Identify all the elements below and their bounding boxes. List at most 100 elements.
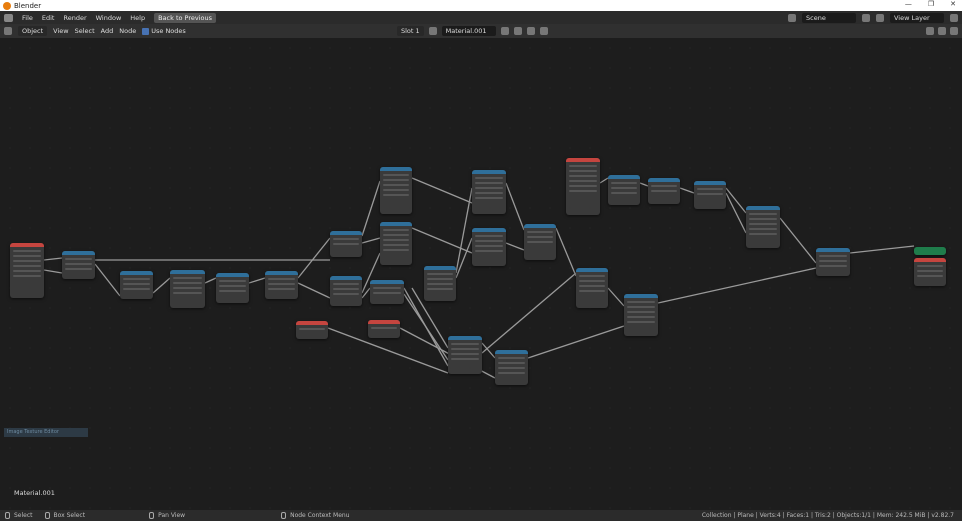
- menu-file[interactable]: File: [22, 14, 33, 22]
- node-link: [679, 187, 695, 194]
- principled-bsdf-node[interactable]: [746, 206, 780, 248]
- node-link: [455, 187, 473, 274]
- status-bar: Select Box Select Pan View Node Context …: [0, 510, 962, 521]
- node-link: [411, 227, 473, 254]
- editor-type-icon[interactable]: [4, 27, 12, 35]
- menu-select[interactable]: Select: [75, 27, 95, 35]
- status-box-select: Box Select: [53, 512, 86, 519]
- menu-window[interactable]: Window: [96, 14, 122, 22]
- new-scene-icon[interactable]: [862, 13, 870, 22]
- node-link: [204, 277, 217, 284]
- middle-mouse-icon: [149, 512, 155, 519]
- view-layer-icon[interactable]: [876, 13, 884, 22]
- close-icon[interactable]: ✕: [950, 0, 956, 8]
- noise-node[interactable]: [380, 222, 412, 265]
- menu-render[interactable]: Render: [63, 14, 86, 22]
- menu-add[interactable]: Add: [101, 27, 114, 35]
- top-menu-bar: File Edit Render Window Help Back to Pre…: [0, 11, 962, 24]
- unlink-icon[interactable]: [526, 27, 535, 35]
- fake-user-icon[interactable]: [500, 27, 509, 35]
- object-mode-dropdown[interactable]: Object: [18, 26, 48, 36]
- node-link: [505, 182, 525, 231]
- math-node[interactable]: [524, 224, 556, 260]
- slot-dropdown[interactable]: Slot 1: [397, 26, 424, 36]
- use-nodes-toggle[interactable]: Use Nodes: [142, 27, 186, 35]
- node-link: [411, 177, 473, 204]
- node-link: [599, 177, 609, 184]
- noise-node[interactable]: [380, 167, 412, 214]
- drag-mouse-icon: [44, 512, 50, 519]
- mix-node[interactable]: [370, 280, 404, 304]
- node-link: [361, 180, 381, 237]
- maximize-icon[interactable]: ❐: [928, 0, 934, 8]
- math-node[interactable]: [648, 178, 680, 204]
- scene-field[interactable]: Scene: [802, 12, 856, 23]
- node-link: [297, 282, 331, 299]
- minimize-icon[interactable]: —: [905, 0, 912, 8]
- status-select: Select: [14, 512, 33, 519]
- new-view-layer-icon[interactable]: [950, 13, 958, 22]
- mix-rgb-node[interactable]: [495, 350, 528, 385]
- vector-math-node[interactable]: [330, 231, 362, 257]
- right-mouse-icon: [281, 512, 287, 519]
- math-node[interactable]: [472, 228, 506, 266]
- material-name-label: Material.001: [14, 489, 55, 497]
- app-title: Blender: [14, 1, 42, 10]
- menu-view[interactable]: View: [53, 27, 68, 35]
- node-link: [779, 217, 817, 264]
- color-ramp-node[interactable]: [424, 266, 456, 301]
- duplicate-icon[interactable]: [513, 27, 522, 35]
- node-link: [849, 245, 915, 254]
- left-mouse-icon: [5, 512, 10, 519]
- node-link: [505, 242, 525, 251]
- overlay-dropdown-icon[interactable]: [950, 27, 958, 35]
- combine-node[interactable]: [265, 271, 298, 299]
- value-node[interactable]: [368, 320, 400, 338]
- status-pan-view: Pan View: [158, 512, 186, 519]
- node-editor-header: Object View Select Add Node Use Nodes Sl…: [0, 24, 962, 38]
- scene-statistics: Collection | Plane | Verts:4 | Faces:1 |…: [701, 512, 954, 519]
- title-bar: Blender — ❐ ✕: [0, 0, 962, 11]
- material-field[interactable]: Material.001: [441, 26, 496, 36]
- image-texture-node[interactable]: [566, 158, 600, 215]
- node-link: [94, 263, 121, 297]
- sidebar-label: Image Texture Editor: [4, 428, 88, 437]
- blender-menu-icon[interactable]: [4, 13, 13, 22]
- separate-rgb-node[interactable]: [120, 271, 153, 299]
- node-editor-canvas[interactable]: Image Texture Editor Material.001: [0, 38, 962, 510]
- menu-help[interactable]: Help: [130, 14, 145, 22]
- view-layer-field[interactable]: View Layer: [890, 12, 944, 23]
- mapping-node[interactable]: [62, 251, 95, 279]
- mix-shader-node[interactable]: [816, 248, 850, 276]
- math-node[interactable]: [472, 170, 506, 214]
- material-icon[interactable]: [428, 27, 437, 35]
- menu-edit[interactable]: Edit: [42, 14, 55, 22]
- overlay-icon[interactable]: [938, 27, 946, 35]
- checkbox-icon: [142, 27, 150, 35]
- menu-node[interactable]: Node: [119, 27, 136, 35]
- node-link: [481, 272, 577, 354]
- math-node[interactable]: [216, 273, 249, 303]
- math-node[interactable]: [170, 270, 205, 308]
- mix-node[interactable]: [576, 268, 608, 308]
- vector-math-node[interactable]: [330, 276, 362, 306]
- node-link: [527, 325, 625, 359]
- snap-icon[interactable]: [926, 27, 934, 35]
- node-link: [725, 187, 747, 214]
- material-output-node[interactable]: [914, 247, 946, 255]
- value-node[interactable]: [296, 321, 328, 339]
- mapping-node[interactable]: [608, 175, 640, 205]
- displacement-node[interactable]: [914, 258, 946, 286]
- pin-icon[interactable]: [539, 27, 548, 35]
- math-node[interactable]: [694, 181, 726, 209]
- node-link: [43, 269, 63, 274]
- node-link: [607, 287, 625, 307]
- image-texture-node[interactable]: [10, 243, 44, 298]
- mix-rgb-node[interactable]: [448, 336, 482, 374]
- bump-node[interactable]: [624, 294, 658, 336]
- node-link: [657, 267, 817, 304]
- scene-icon[interactable]: [788, 13, 796, 22]
- back-to-previous-button[interactable]: Back to Previous: [154, 12, 217, 23]
- node-link: [725, 192, 747, 234]
- blender-logo-icon: [3, 1, 11, 10]
